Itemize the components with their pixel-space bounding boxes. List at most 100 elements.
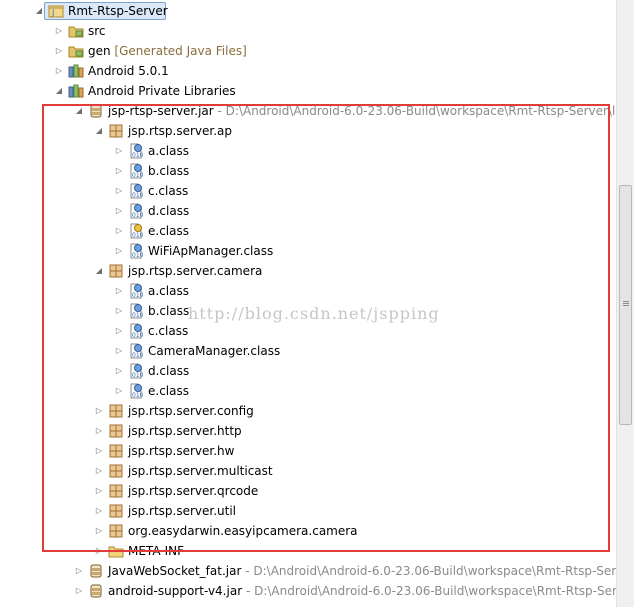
scrollbar-thumb[interactable] xyxy=(619,185,632,425)
tree-row-label: CameraManager.class xyxy=(148,341,280,361)
tree-row[interactable]: ◢ J Rmt-Rtsp-Server xyxy=(0,1,616,21)
collapsed-triangle-icon[interactable]: ▷ xyxy=(93,461,105,481)
collapsed-triangle-icon[interactable]: ▷ xyxy=(113,141,125,161)
tree-row[interactable]: ◢ Android Private Libraries xyxy=(0,81,616,101)
tree-row-name: b.class xyxy=(148,164,190,178)
tree-row-name: d.class xyxy=(148,364,190,378)
collapsed-triangle-icon[interactable]: ▷ xyxy=(53,61,65,81)
tree-row[interactable]: ▷ src xyxy=(0,21,616,41)
tree-row[interactable]: ▷ 010 e.class xyxy=(0,381,616,401)
tree-row[interactable]: ▷ org.easydarwin.easyipcamera.camera xyxy=(0,521,616,541)
svg-text:010: 010 xyxy=(132,352,144,359)
tree-row[interactable]: ▷ jsp.rtsp.server.config xyxy=(0,401,616,421)
tree-row-name: CameraManager.class xyxy=(148,344,281,358)
collapsed-triangle-icon[interactable]: ▷ xyxy=(93,521,105,541)
tree-row[interactable]: ▷ 010 c.class xyxy=(0,321,616,341)
collapsed-triangle-icon[interactable]: ▷ xyxy=(113,381,125,401)
tree-row[interactable]: ▷ jsp.rtsp.server.qrcode xyxy=(0,481,616,501)
tree-row-name: jsp.rtsp.server.multicast xyxy=(128,464,273,478)
collapsed-triangle-icon[interactable]: ▷ xyxy=(113,221,125,241)
tree-row[interactable]: ▷ android-support-v4.jar - D:\Android\And… xyxy=(0,581,616,601)
expanded-triangle-icon[interactable]: ◢ xyxy=(93,261,105,281)
collapsed-triangle-icon[interactable]: ▷ xyxy=(93,401,105,421)
svg-text:010: 010 xyxy=(132,212,144,219)
collapsed-triangle-icon[interactable]: ▷ xyxy=(113,201,125,221)
tree-row[interactable]: ▷ 010 c.class xyxy=(0,181,616,201)
tree-row-label: jsp.rtsp.server.qrcode xyxy=(128,481,258,501)
package-icon xyxy=(108,463,124,479)
tree-row[interactable]: ▷ jsp.rtsp.server.hw xyxy=(0,441,616,461)
collapsed-triangle-icon[interactable]: ▷ xyxy=(73,561,85,581)
package-explorer-tree[interactable]: ◢ J Rmt-Rtsp-Server ▷ src ▷ gen [Generated Jav… xyxy=(0,0,616,607)
folder-icon xyxy=(108,543,124,559)
collapsed-triangle-icon[interactable]: ▷ xyxy=(53,21,65,41)
tree-row[interactable]: ◢ jsp.rtsp.server.camera xyxy=(0,261,616,281)
tree-row-name: JavaWebSocket_fat.jar xyxy=(108,564,242,578)
library-icon xyxy=(68,83,84,99)
svg-text:J: J xyxy=(51,8,54,17)
tree-row-label: JavaWebSocket_fat.jar - D:\Android\Andro… xyxy=(108,561,616,581)
tree-row-label: src xyxy=(88,21,106,41)
expanded-triangle-icon[interactable]: ◢ xyxy=(93,121,105,141)
tree-row[interactable]: ▷ jsp.rtsp.server.http xyxy=(0,421,616,441)
vertical-scrollbar[interactable] xyxy=(616,0,634,607)
collapsed-triangle-icon[interactable]: ▷ xyxy=(73,581,85,601)
svg-text:010: 010 xyxy=(132,192,144,199)
expanded-triangle-icon[interactable]: ◢ xyxy=(73,101,85,121)
tree-row[interactable]: ▷ 010 d.class xyxy=(0,201,616,221)
tree-row-name: e.class xyxy=(148,224,189,238)
tree-row-label: c.class xyxy=(148,181,188,201)
tree-row-name: META-INF xyxy=(128,544,185,558)
tree-row[interactable]: ▷ 010 CameraManager.class xyxy=(0,341,616,361)
collapsed-triangle-icon[interactable]: ▷ xyxy=(113,181,125,201)
package-icon xyxy=(108,123,124,139)
tree-row-name: android-support-v4.jar xyxy=(108,584,243,598)
tree-row[interactable]: ▷ 010 b.class xyxy=(0,161,616,181)
tree-row-label: gen [Generated Java Files] xyxy=(88,41,247,61)
tree-row[interactable]: ▷ 010 b.class xyxy=(0,301,616,321)
collapsed-triangle-icon[interactable]: ▷ xyxy=(113,321,125,341)
project-icon: J xyxy=(48,3,64,19)
expanded-triangle-icon[interactable]: ◢ xyxy=(53,81,65,101)
tree-row[interactable]: ▷ 010 a.class xyxy=(0,281,616,301)
collapsed-triangle-icon[interactable]: ▷ xyxy=(93,501,105,521)
collapsed-triangle-icon[interactable]: ▷ xyxy=(93,421,105,441)
tree-row[interactable]: ▷ JavaWebSocket_fat.jar - D:\Android\Andr… xyxy=(0,561,616,581)
class-file-icon: 010 xyxy=(128,303,144,319)
tree-row[interactable]: ▷ jsp.rtsp.server.util xyxy=(0,501,616,521)
tree-row-name: jsp-rtsp-server.jar xyxy=(108,104,214,118)
tree-row[interactable]: ▷ jsp.rtsp.server.multicast xyxy=(0,461,616,481)
collapsed-triangle-icon[interactable]: ▷ xyxy=(113,301,125,321)
tree-row[interactable]: ▷ gen [Generated Java Files] xyxy=(0,41,616,61)
tree-row-path: - D:\Android\Android-6.0-23.06-Build\wor… xyxy=(242,584,616,598)
tree-row-name: src xyxy=(88,24,106,38)
svg-text:010: 010 xyxy=(132,292,144,299)
tree-row[interactable]: ▷ 010 e.class xyxy=(0,221,616,241)
collapsed-triangle-icon[interactable]: ▷ xyxy=(113,361,125,381)
tree-row-label: Android 5.0.1 xyxy=(88,61,169,81)
class-file-icon: 010 xyxy=(128,343,144,359)
collapsed-triangle-icon[interactable]: ▷ xyxy=(113,281,125,301)
tree-row[interactable]: ▷ 010 WiFiApManager.class xyxy=(0,241,616,261)
tree-row-name: jsp.rtsp.server.config xyxy=(128,404,254,418)
collapsed-triangle-icon[interactable]: ▷ xyxy=(113,341,125,361)
tree-row-label: jsp.rtsp.server.hw xyxy=(128,441,234,461)
tree-row[interactable]: ▷ 010 d.class xyxy=(0,361,616,381)
collapsed-triangle-icon[interactable]: ▷ xyxy=(113,161,125,181)
tree-row-name: e.class xyxy=(148,384,189,398)
tree-row[interactable]: ▷ META-INF xyxy=(0,541,616,561)
tree-row-label: jsp.rtsp.server.util xyxy=(128,501,236,521)
collapsed-triangle-icon[interactable]: ▷ xyxy=(93,541,105,561)
tree-row-name: jsp.rtsp.server.hw xyxy=(128,444,235,458)
tree-row[interactable]: ▷ 010 a.class xyxy=(0,141,616,161)
source-folder-icon xyxy=(68,43,84,59)
tree-row[interactable]: ◢ jsp.rtsp.server.ap xyxy=(0,121,616,141)
tree-row[interactable]: ▷ Android 5.0.1 xyxy=(0,61,616,81)
tree-row[interactable]: ◢ jsp-rtsp-server.jar - D:\Android\Androi… xyxy=(0,101,616,121)
collapsed-triangle-icon[interactable]: ▷ xyxy=(53,41,65,61)
tree-row-name: c.class xyxy=(148,324,189,338)
collapsed-triangle-icon[interactable]: ▷ xyxy=(93,481,105,501)
collapsed-triangle-icon[interactable]: ▷ xyxy=(113,241,125,261)
collapsed-triangle-icon[interactable]: ▷ xyxy=(93,441,105,461)
expanded-triangle-icon[interactable]: ◢ xyxy=(33,1,45,21)
